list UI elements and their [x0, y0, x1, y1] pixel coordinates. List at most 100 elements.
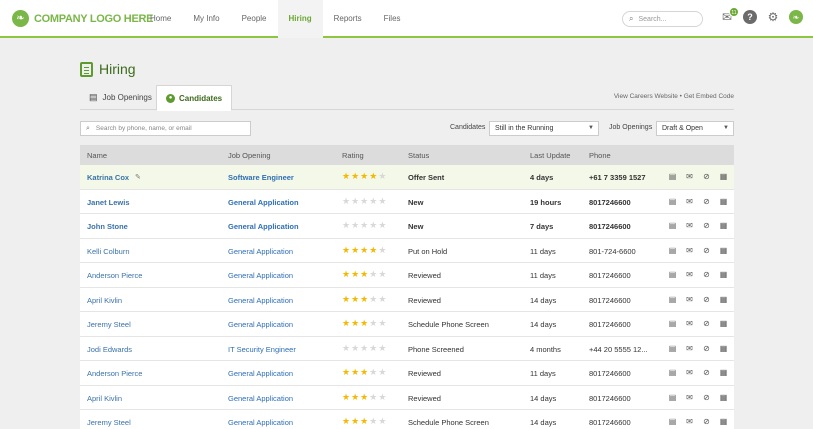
- document-icon[interactable]: ▤: [667, 416, 678, 427]
- tab-candidates[interactable]: ● Candidates: [156, 85, 233, 111]
- mail-icon[interactable]: ✉: [684, 294, 695, 305]
- table-row[interactable]: Katrina Cox ✎ Software Engineer Offer Sent 4…: [80, 165, 734, 190]
- star-icon[interactable]: ★: [342, 417, 350, 426]
- candidate-name-link[interactable]: Jeremy Steel: [87, 320, 131, 329]
- job-opening-link[interactable]: General Application: [228, 320, 293, 329]
- star-icon[interactable]: ★: [351, 196, 359, 206]
- calendar-icon[interactable]: ▦: [718, 343, 729, 354]
- star-rating[interactable]: ★ ★ ★ ★ ★: [342, 196, 387, 206]
- document-icon[interactable]: ▤: [667, 171, 678, 182]
- document-icon[interactable]: ▤: [667, 220, 678, 231]
- star-icon[interactable]: ★: [378, 245, 386, 255]
- document-icon[interactable]: ▤: [667, 245, 678, 256]
- mail-icon[interactable]: ✉: [684, 269, 695, 280]
- candidate-name-link[interactable]: Jodi Edwards: [87, 345, 132, 354]
- column-header-job-opening[interactable]: Job Opening: [228, 151, 271, 160]
- star-icon[interactable]: ★: [342, 221, 350, 230]
- mail-icon[interactable]: ✉: [684, 171, 695, 182]
- star-icon[interactable]: ★: [369, 294, 377, 304]
- candidate-name-link[interactable]: Anderson Pierce: [87, 271, 142, 280]
- nav-files[interactable]: Files: [373, 0, 412, 38]
- star-icon[interactable]: ★: [360, 270, 368, 279]
- star-icon[interactable]: ★: [360, 343, 368, 353]
- star-rating[interactable]: ★ ★ ★ ★ ★: [342, 270, 387, 279]
- star-icon[interactable]: ★: [342, 172, 350, 181]
- star-icon[interactable]: ★: [342, 294, 350, 304]
- star-icon[interactable]: ★: [378, 319, 386, 328]
- job-opening-link[interactable]: General Application: [228, 198, 299, 207]
- star-icon[interactable]: ★: [351, 270, 359, 279]
- calendar-icon[interactable]: ▦: [718, 367, 729, 378]
- star-rating[interactable]: ★ ★ ★ ★ ★: [342, 417, 387, 426]
- star-icon[interactable]: ★: [351, 221, 359, 230]
- candidate-name-link[interactable]: Anderson Pierce: [87, 369, 142, 378]
- star-icon[interactable]: ★: [378, 172, 386, 181]
- nav-home[interactable]: Home: [139, 0, 182, 38]
- star-icon[interactable]: ★: [360, 392, 368, 402]
- calendar-icon[interactable]: ▦: [718, 171, 729, 182]
- star-icon[interactable]: ★: [378, 221, 386, 230]
- job-opening-link[interactable]: General Application: [228, 222, 299, 231]
- document-icon[interactable]: ▤: [667, 367, 678, 378]
- document-icon[interactable]: ▤: [667, 196, 678, 207]
- link-icon[interactable]: ⊘: [701, 220, 712, 231]
- calendar-icon[interactable]: ▦: [718, 392, 729, 403]
- candidates-filter-select[interactable]: Still in the Running ▼: [489, 121, 599, 136]
- star-icon[interactable]: ★: [342, 196, 350, 206]
- calendar-icon[interactable]: ▦: [718, 416, 729, 427]
- star-icon[interactable]: ★: [342, 270, 350, 279]
- star-rating[interactable]: ★ ★ ★ ★ ★: [342, 343, 387, 353]
- column-header-name[interactable]: Name: [87, 151, 107, 160]
- star-icon[interactable]: ★: [360, 294, 368, 304]
- pencil-icon[interactable]: ✎: [135, 173, 141, 181]
- user-avatar[interactable]: ❧: [789, 10, 803, 24]
- inbox-icon[interactable]: ✉ 11: [720, 7, 739, 24]
- nav-reports[interactable]: Reports: [323, 0, 373, 38]
- job-openings-filter-select[interactable]: Draft & Open ▼: [656, 121, 734, 136]
- nav-my-info[interactable]: My Info: [182, 0, 230, 38]
- help-icon[interactable]: ?: [743, 10, 757, 24]
- star-icon[interactable]: ★: [369, 221, 377, 230]
- job-opening-link[interactable]: IT Security Engineer: [228, 345, 296, 354]
- star-icon[interactable]: ★: [369, 196, 377, 206]
- star-icon[interactable]: ★: [351, 319, 359, 328]
- star-icon[interactable]: ★: [378, 270, 386, 279]
- star-icon[interactable]: ★: [342, 245, 350, 255]
- table-row[interactable]: Jeremy Steel General Application Schedule …: [80, 410, 734, 429]
- calendar-icon[interactable]: ▦: [718, 318, 729, 329]
- calendar-icon[interactable]: ▦: [718, 196, 729, 207]
- table-row[interactable]: Jeremy Steel General Application Schedule …: [80, 312, 734, 337]
- link-icon[interactable]: ⊘: [701, 367, 712, 378]
- star-icon[interactable]: ★: [360, 172, 368, 181]
- document-icon[interactable]: ▤: [667, 269, 678, 280]
- star-icon[interactable]: ★: [378, 392, 386, 402]
- column-header-phone[interactable]: Phone: [589, 151, 611, 160]
- star-icon[interactable]: ★: [369, 392, 377, 402]
- link-icon[interactable]: ⊘: [701, 171, 712, 182]
- table-row[interactable]: Jodi Edwards IT Security Engineer Phone Sc…: [80, 336, 734, 361]
- table-row[interactable]: April Kivlin General Application Reviewed 1…: [80, 287, 734, 312]
- table-row[interactable]: April Kivlin General Application Reviewed 1…: [80, 385, 734, 410]
- link-icon[interactable]: ⊘: [701, 416, 712, 427]
- star-rating[interactable]: ★ ★ ★ ★ ★: [342, 294, 387, 304]
- calendar-icon[interactable]: ▦: [718, 220, 729, 231]
- calendar-icon[interactable]: ▦: [718, 294, 729, 305]
- star-icon[interactable]: ★: [360, 319, 368, 328]
- job-opening-link[interactable]: General Application: [228, 394, 293, 403]
- mail-icon[interactable]: ✉: [684, 220, 695, 231]
- star-icon[interactable]: ★: [369, 319, 377, 328]
- gear-icon[interactable]: ⚙: [766, 10, 780, 24]
- star-icon[interactable]: ★: [369, 343, 377, 353]
- candidate-name-link[interactable]: Kelli Colburn: [87, 247, 130, 256]
- document-icon[interactable]: ▤: [667, 392, 678, 403]
- mail-icon[interactable]: ✉: [684, 245, 695, 256]
- star-icon[interactable]: ★: [351, 294, 359, 304]
- star-icon[interactable]: ★: [369, 270, 377, 279]
- star-icon[interactable]: ★: [369, 172, 377, 181]
- star-icon[interactable]: ★: [351, 343, 359, 353]
- star-rating[interactable]: ★ ★ ★ ★ ★: [342, 172, 387, 181]
- link-icon[interactable]: ⊘: [701, 343, 712, 354]
- document-icon[interactable]: ▤: [667, 318, 678, 329]
- mail-icon[interactable]: ✉: [684, 416, 695, 427]
- star-icon[interactable]: ★: [369, 245, 377, 255]
